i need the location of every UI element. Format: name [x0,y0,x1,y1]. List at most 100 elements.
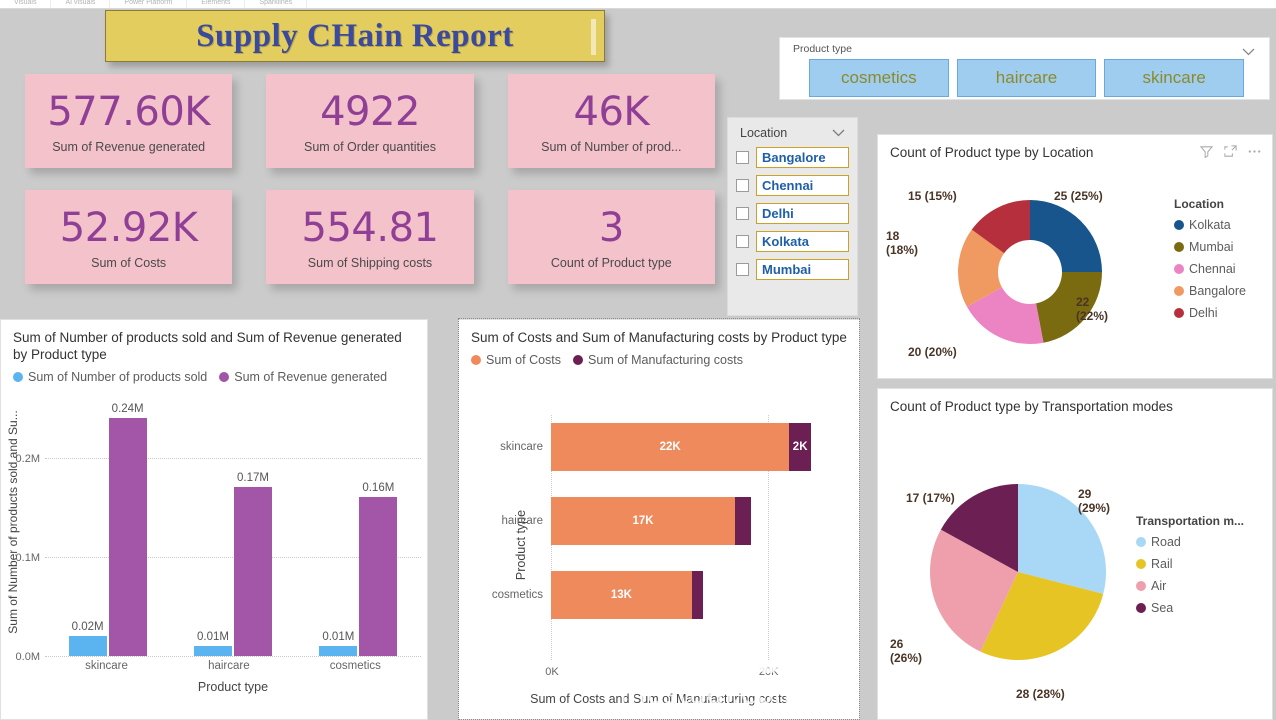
kpi-card-order-quantities[interactable]: 4922 Sum of Order quantities [266,74,474,168]
location-slicer-item-kolkata[interactable]: Kolkata [728,231,857,252]
kpi-card-revenue-generated[interactable]: 577.60K Sum of Revenue generated [25,74,233,168]
ribbon-tab[interactable]: Visuals [0,0,52,8]
pie-chart-visual[interactable]: Count of Product type by Transportation … [877,388,1273,720]
legend-item[interactable]: Kolkata [1174,218,1246,232]
column-chart-y-axis-title: Sum of Number of products sold and Su... [6,410,20,634]
y-axis-tick-label: cosmetics [491,589,543,601]
legend-title: Location [1174,197,1224,211]
filter-icon[interactable] [1199,144,1214,159]
location-slicer-item-chennai[interactable]: Chennai [728,175,857,196]
bar-segment-label[interactable]: 22K [551,423,790,471]
product-type-slicer[interactable]: Product type cosmetics haircare skincare [779,37,1270,100]
y-axis-tick-label: 0.1M [15,551,40,564]
kpi-card-costs[interactable]: 52.92K Sum of Costs [25,190,233,284]
column-chart-visual[interactable]: Sum of Number of products sold and Sum o… [0,319,428,720]
stacked-bar-chart-visual[interactable]: Sum of Costs and Sum of Manufacturing co… [458,319,860,720]
kpi-card-shipping-costs[interactable]: 554.81 Sum of Shipping costs [266,190,474,284]
kpi-label: Sum of Number of prod... [541,139,682,154]
ribbon-tab[interactable]: Elements [187,0,246,8]
bar-segment-label[interactable]: 2K [789,423,811,471]
bar-row: cosmetics 13K [492,571,703,619]
legend-item[interactable]: Mumbai [1174,240,1246,254]
bar-group: 0.01M 0.17M [193,398,272,656]
product-type-slicer-title: Product type [793,43,852,55]
legend-title: Transportation m... [1136,514,1245,528]
more-options-icon[interactable] [1247,144,1262,159]
ribbon-tab[interactable]: AI visuals [51,0,111,8]
bar[interactable]: 0.24M [108,403,147,656]
checkbox-icon[interactable] [736,263,749,276]
bar[interactable]: 0.01M [193,631,232,656]
kpi-label: Sum of Shipping costs [307,255,433,270]
data-label: 0.24M [111,402,144,415]
legend-swatch [573,355,584,365]
chevron-down-icon[interactable] [1242,45,1255,59]
legend-swatch [1174,264,1184,274]
legend-swatch [471,355,481,365]
product-type-button-haircare[interactable]: haircare [956,59,1097,97]
y-axis-tick-label: 0.2M [15,452,40,465]
ribbon-bar: Visuals AI visuals Power Platform Elemen… [0,0,1276,9]
location-slicer-item-bangalore[interactable]: Bangalore [728,147,857,168]
report-title-banner[interactable]: Supply CHain Report [105,10,605,62]
product-type-button-cosmetics[interactable]: cosmetics [809,59,949,97]
focus-mode-icon[interactable] [1223,144,1238,159]
product-type-button-skincare[interactable]: skincare [1104,59,1245,97]
legend-item[interactable]: Air [1136,579,1244,593]
kpi-value: 577.60K [47,88,211,135]
legend-swatch [13,372,23,382]
bar-segment-label[interactable]: 13K [551,571,692,619]
pie-slice-kolkata[interactable] [1030,200,1102,272]
legend-swatch [1174,220,1184,230]
kpi-label: Count of Product type [550,255,672,270]
location-slicer[interactable]: Location Bangalore Chennai Delhi Kolkata… [727,117,858,316]
legend-item[interactable]: Sum of Manufacturing costs [573,353,743,367]
bar[interactable]: 0.16M [359,482,398,656]
x-axis-tick-label: 20K [758,666,779,678]
chevron-down-icon[interactable] [832,126,845,140]
stacked-bar-plot-area: 0K 20K skincare 22K 2K haircare 17K cosmetics 13… [492,415,811,678]
location-slicer-item-delhi[interactable]: Delhi [728,203,857,224]
donut-chart-visual[interactable]: Count of Product type by Location 25 (25… [877,134,1273,379]
legend-item[interactable]: Delhi [1174,306,1246,320]
pie-data-label: 18 (18%) [886,229,919,257]
bar[interactable]: 0.02M [68,621,107,656]
legend-item[interactable]: Sum of Costs [471,353,561,367]
kpi-card-count-product-type[interactable]: 3 Count of Product type [507,190,715,284]
checkbox-icon[interactable] [736,207,749,220]
kpi-card-number-of-products[interactable]: 46K Sum of Number of prod... [507,74,715,168]
legend-label: Mumbai [1189,240,1234,254]
pie-chart-plot-area: 29 (29%) 28 (28%) 26 (26%) 17 (17%) [888,437,1148,702]
legend-item[interactable]: Road [1136,535,1244,549]
legend-item[interactable]: Sea [1136,601,1244,615]
legend-label: Sum of Number of products sold [28,370,208,384]
bar-group: 0.01M 0.16M [319,398,398,656]
checkbox-icon[interactable] [736,179,749,192]
legend-label: Road [1151,535,1181,549]
column-chart-plot-area: 0.0M 0.1M 0.2M 0.02M 0.24M 0.01M 0.17M 0.01M 0.1… [16,398,421,663]
legend-swatch [1136,537,1146,547]
bar-row: haircare 17K [501,497,752,545]
legend-item[interactable]: Sum of Revenue generated [219,370,387,384]
kpi-card-grid: 577.60K Sum of Revenue generated 4922 Su… [25,74,715,306]
ribbon-tab[interactable]: Power Platform [110,0,188,8]
checkbox-icon[interactable] [736,235,749,248]
bar-segment[interactable] [691,571,703,619]
ribbon-tab[interactable]: Sparklines [245,0,308,8]
bar-segment[interactable] [735,497,752,545]
location-slicer-item-mumbai[interactable]: Mumbai [728,259,857,280]
legend-item[interactable]: Chennai [1174,262,1246,276]
data-label: 0.16M [362,482,395,495]
location-label: Bangalore [756,147,849,168]
legend-swatch [1174,286,1184,296]
data-label: 0.17M [237,472,269,485]
legend-item[interactable]: Bangalore [1174,284,1246,298]
pie-data-label: 15 (15%) [908,189,957,203]
bar-segment-label[interactable]: 17K [551,497,736,545]
report-canvas: Supply CHain Report 577.60K Sum of Reven… [0,9,1276,720]
legend-item[interactable]: Sum of Number of products sold [13,370,207,384]
legend-item[interactable]: Rail [1136,557,1244,571]
checkbox-icon[interactable] [736,151,749,164]
bar[interactable]: 0.01M [319,631,358,656]
bar[interactable]: 0.17M [233,472,272,656]
